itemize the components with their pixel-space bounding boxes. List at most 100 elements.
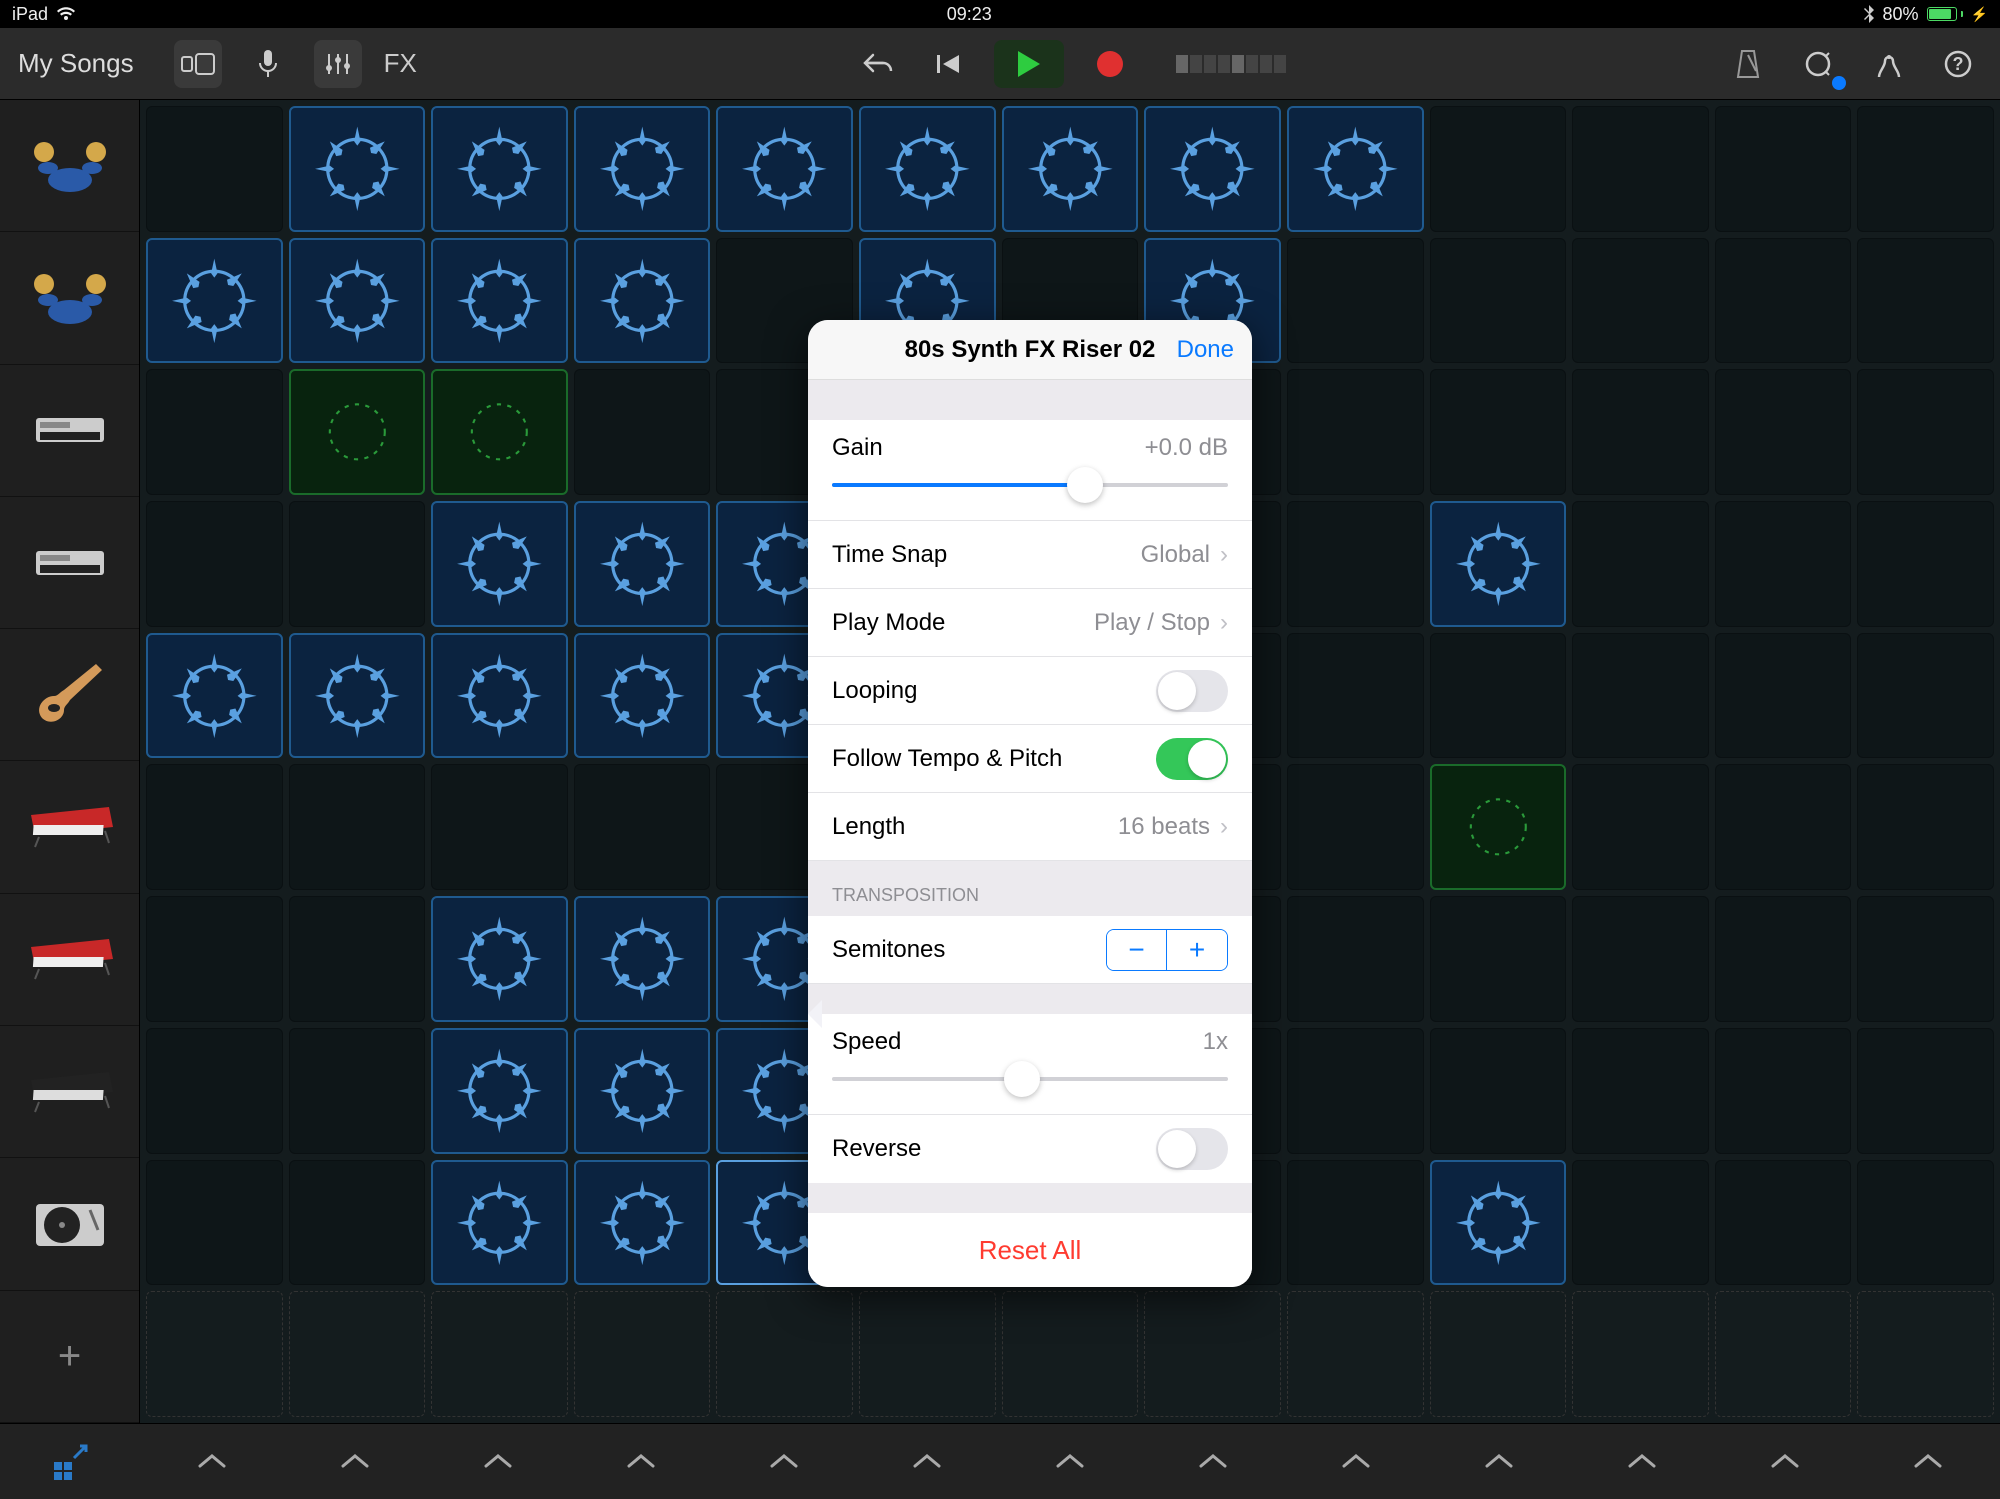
loop-browser-button[interactable] (1794, 40, 1842, 88)
column-trigger[interactable] (426, 1454, 569, 1470)
loop-cell[interactable] (574, 238, 711, 364)
loop-cell[interactable] (1430, 369, 1567, 495)
loop-cell[interactable] (1287, 369, 1424, 495)
loop-cell[interactable] (1430, 501, 1567, 627)
loop-cell[interactable] (1572, 501, 1709, 627)
loop-cell[interactable] (1144, 106, 1281, 232)
add-track-button[interactable]: + (0, 1291, 139, 1423)
loop-cell[interactable] (1287, 1028, 1424, 1154)
loop-cell[interactable] (1857, 369, 1994, 495)
follow-tempo-switch[interactable] (1156, 738, 1228, 780)
looping-switch[interactable] (1156, 670, 1228, 712)
loop-cell[interactable] (574, 633, 711, 759)
loop-cell[interactable] (146, 1160, 283, 1286)
time-snap-row[interactable]: Time Snap Global› (808, 521, 1252, 589)
loop-cell[interactable] (574, 1028, 711, 1154)
loop-cell[interactable] (289, 238, 426, 364)
loop-cell[interactable] (1287, 896, 1424, 1022)
track-header[interactable] (0, 629, 139, 761)
loop-cell[interactable] (1857, 501, 1994, 627)
loop-cell[interactable] (431, 106, 568, 232)
loop-cell[interactable] (1430, 764, 1567, 890)
loop-cell[interactable] (1572, 1291, 1709, 1417)
loop-cell[interactable] (289, 106, 426, 232)
track-header[interactable] (0, 497, 139, 629)
column-trigger[interactable] (712, 1454, 855, 1470)
track-header[interactable] (0, 1158, 139, 1290)
loop-cell[interactable] (574, 896, 711, 1022)
loop-cell[interactable] (1430, 106, 1567, 232)
track-header[interactable] (0, 1026, 139, 1158)
loop-cell[interactable] (1715, 896, 1852, 1022)
column-trigger[interactable] (1714, 1454, 1857, 1470)
loop-cell[interactable] (146, 896, 283, 1022)
loop-cell[interactable] (1572, 238, 1709, 364)
loop-cell[interactable] (1144, 1291, 1281, 1417)
loop-cell[interactable] (289, 1028, 426, 1154)
semitones-minus-button[interactable]: − (1107, 930, 1167, 970)
my-songs-button[interactable]: My Songs (18, 48, 134, 79)
loop-cell[interactable] (574, 764, 711, 890)
edit-grid-button[interactable] (0, 1442, 140, 1482)
loop-cell[interactable] (1287, 106, 1424, 232)
loop-cell[interactable] (1715, 106, 1852, 232)
undo-button[interactable] (854, 40, 902, 88)
speed-slider[interactable] (832, 1064, 1228, 1094)
track-header[interactable] (0, 894, 139, 1026)
record-button[interactable] (1086, 40, 1134, 88)
loop-cell[interactable] (1715, 764, 1852, 890)
loop-cell[interactable] (1857, 238, 1994, 364)
microphone-button[interactable] (244, 40, 292, 88)
loop-cell[interactable] (431, 1160, 568, 1286)
loop-cell[interactable] (431, 501, 568, 627)
loop-cell[interactable] (289, 369, 426, 495)
column-trigger[interactable] (1428, 1454, 1571, 1470)
help-button[interactable]: ? (1934, 40, 1982, 88)
column-trigger[interactable] (1571, 1454, 1714, 1470)
loop-cell[interactable] (1715, 369, 1852, 495)
column-trigger[interactable] (283, 1454, 426, 1470)
loop-cell[interactable] (1430, 1160, 1567, 1286)
loop-cell[interactable] (1572, 1160, 1709, 1286)
loop-cell[interactable] (1857, 896, 1994, 1022)
gain-slider[interactable] (832, 470, 1228, 500)
column-trigger[interactable] (855, 1454, 998, 1470)
loop-cell[interactable] (1857, 764, 1994, 890)
loop-cell[interactable] (1002, 106, 1139, 232)
loop-cell[interactable] (1572, 106, 1709, 232)
loop-cell[interactable] (289, 633, 426, 759)
settings-button[interactable] (1864, 40, 1912, 88)
loop-cell[interactable] (1857, 1160, 1994, 1286)
loop-cell[interactable] (431, 633, 568, 759)
loop-cell[interactable] (1572, 369, 1709, 495)
loop-cell[interactable] (146, 1291, 283, 1417)
play-button[interactable] (994, 40, 1064, 88)
loop-cell[interactable] (289, 1291, 426, 1417)
loop-cell[interactable] (1715, 238, 1852, 364)
loop-cell[interactable] (574, 106, 711, 232)
reset-all-button[interactable]: Reset All (979, 1235, 1082, 1266)
loop-cell[interactable] (1572, 764, 1709, 890)
loop-cell[interactable] (1430, 633, 1567, 759)
loop-cell[interactable] (1715, 501, 1852, 627)
loop-cell[interactable] (1430, 1028, 1567, 1154)
browser-button[interactable] (174, 40, 222, 88)
loop-cell[interactable] (1857, 633, 1994, 759)
loop-cell[interactable] (289, 896, 426, 1022)
track-header[interactable] (0, 365, 139, 497)
loop-cell[interactable] (146, 1028, 283, 1154)
play-mode-row[interactable]: Play Mode Play / Stop› (808, 589, 1252, 657)
column-trigger[interactable] (140, 1454, 283, 1470)
loop-cell[interactable] (431, 1291, 568, 1417)
loop-cell[interactable] (574, 501, 711, 627)
loop-cell[interactable] (574, 1160, 711, 1286)
loop-cell[interactable] (574, 369, 711, 495)
loop-cell[interactable] (1715, 1028, 1852, 1154)
column-trigger[interactable] (1857, 1454, 2000, 1470)
track-controls-button[interactable] (314, 40, 362, 88)
loop-cell[interactable] (1572, 1028, 1709, 1154)
loop-cell[interactable] (1857, 106, 1994, 232)
length-row[interactable]: Length 16 beats› (808, 793, 1252, 861)
loop-cell[interactable] (1430, 1291, 1567, 1417)
loop-cell[interactable] (146, 764, 283, 890)
